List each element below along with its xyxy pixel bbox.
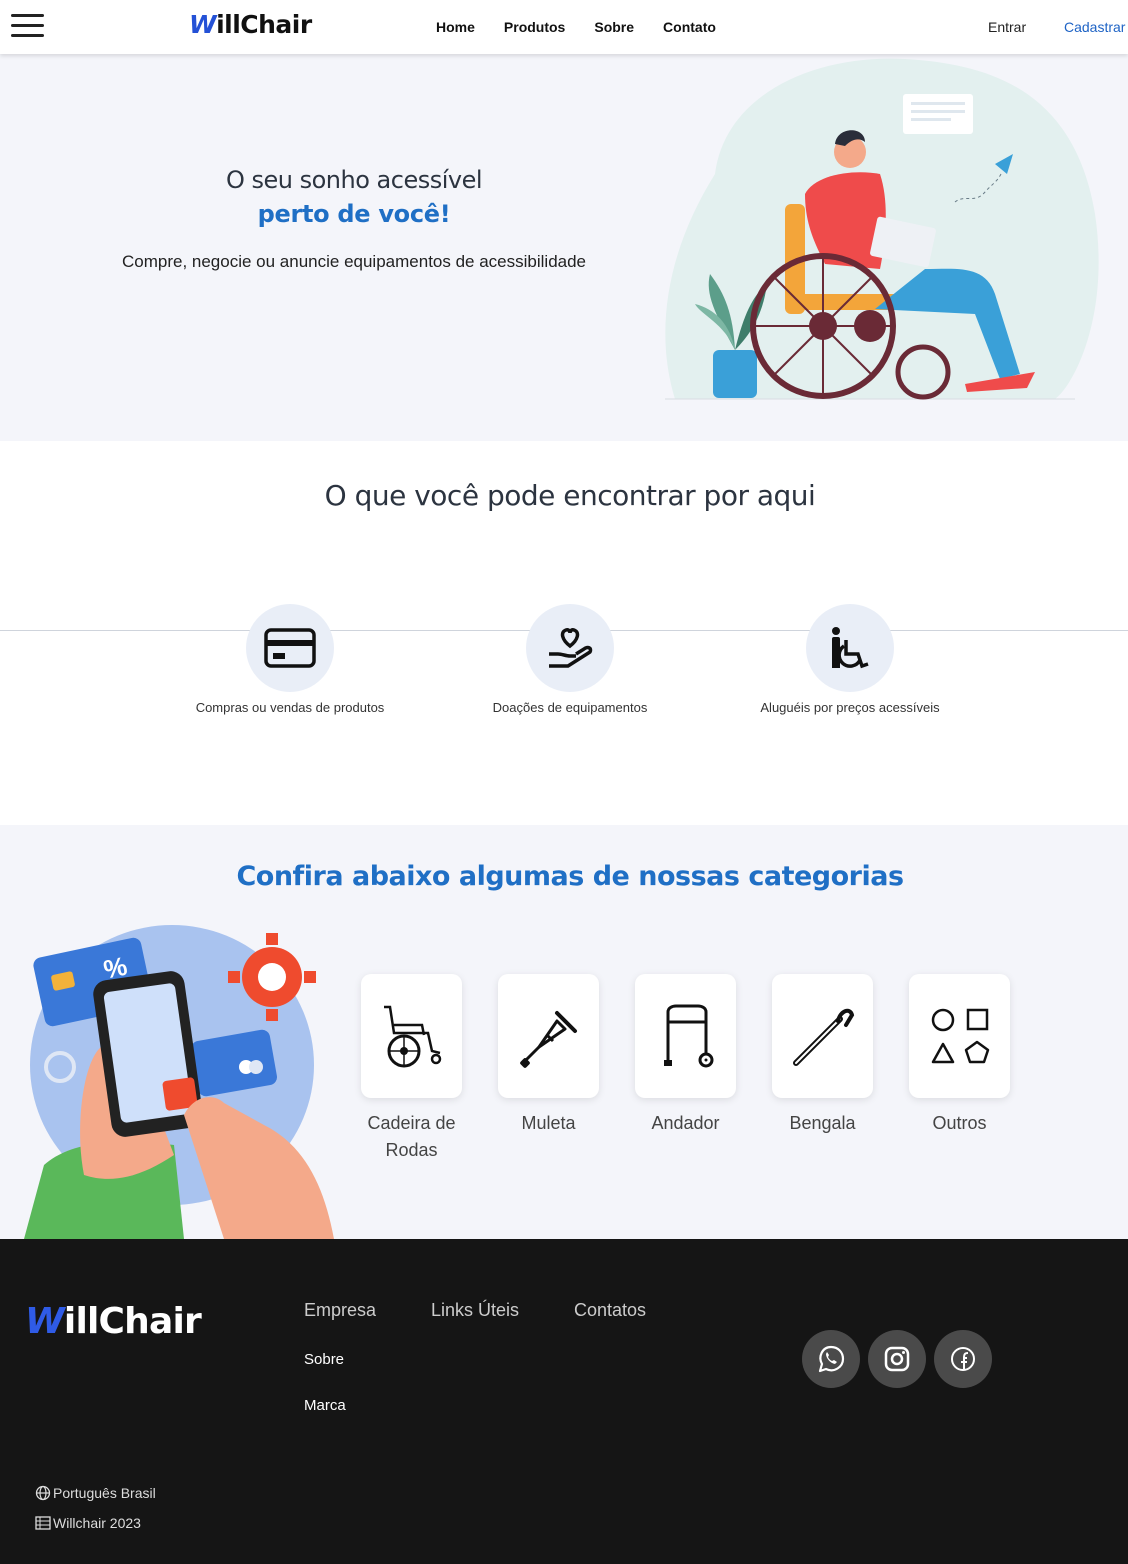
hero-wheelchair-illustration: [665, 58, 1099, 400]
building-icon: [35, 1516, 51, 1530]
copyright: Willchair 2023: [35, 1515, 141, 1531]
credit-card-icon: [264, 628, 316, 668]
category-crutch[interactable]: Muleta: [498, 974, 599, 1137]
wheelchair-accessible-icon: [832, 627, 869, 669]
shapes-icon: [931, 1008, 989, 1064]
walker-icon: [663, 1004, 713, 1068]
category-card[interactable]: [635, 974, 736, 1098]
footer-link-marca[interactable]: Marca: [304, 1397, 346, 1414]
hero-subtitle: Compre, negocie ou anuncie equipamentos …: [121, 252, 587, 271]
copyright-label: Willchair 2023: [53, 1515, 141, 1531]
feature-label: Compras ou vendas de produtos: [195, 700, 385, 715]
hero-section: O seu sonho acessível perto de você! Com…: [0, 54, 1128, 441]
donation-heart-hand-icon: [549, 628, 593, 668]
instagram-icon: [884, 1346, 910, 1372]
nav-link-produtos[interactable]: Produtos: [504, 19, 565, 35]
category-card[interactable]: [772, 974, 873, 1098]
shopping-phone-illustration: %: [24, 925, 334, 1239]
signup-link[interactable]: Cadastrar: [1064, 19, 1125, 35]
category-card[interactable]: [909, 974, 1010, 1098]
category-card[interactable]: [361, 974, 462, 1098]
crutch-icon: [519, 1011, 577, 1068]
brand-logo[interactable]: WillChair: [189, 10, 312, 39]
wheelchair-icon: [383, 1005, 441, 1068]
category-card[interactable]: [498, 974, 599, 1098]
footer: WillChair Empresa Links Úteis Contatos S…: [0, 1239, 1128, 1564]
category-label: Bengala: [789, 1113, 856, 1133]
features-section: O que você pode encontrar por aqui Compr…: [0, 441, 1128, 825]
language-label: Português Brasil: [53, 1485, 156, 1501]
menu-hamburger-icon[interactable]: [11, 14, 44, 38]
category-label: Outros: [932, 1113, 987, 1133]
footer-column-contatos: Contatos: [574, 1300, 647, 1320]
features-title: O que você pode encontrar por aqui: [324, 479, 816, 512]
language-selector[interactable]: Português Brasil: [35, 1485, 156, 1501]
globe-icon: [35, 1485, 51, 1501]
feature-donations: Doações de equipamentos: [460, 604, 680, 718]
nav-link-contato[interactable]: Contato: [663, 19, 716, 35]
nav-link-home[interactable]: Home: [436, 19, 475, 35]
hero-title: O seu sonho acessível: [225, 166, 483, 194]
cane-icon: [792, 1008, 854, 1066]
nav-links: Home Produtos Sobre Contato: [436, 19, 716, 35]
category-label: Cadeira de Rodas: [367, 1113, 456, 1160]
footer-logo[interactable]: WillChair: [25, 1301, 202, 1342]
instagram-button[interactable]: [868, 1330, 926, 1388]
category-label: Muleta: [521, 1113, 576, 1133]
facebook-icon: [951, 1347, 975, 1371]
category-others[interactable]: Outros: [909, 974, 1010, 1137]
feature-rentals: Aluguéis por preços acessíveis: [740, 604, 960, 718]
category-wheelchair[interactable]: Cadeira de Rodas: [361, 974, 462, 1164]
footer-column-links: Links Úteis: [431, 1300, 520, 1320]
feature-buy-sell: Compras ou vendas de produtos: [180, 604, 400, 718]
category-cane[interactable]: Bengala: [772, 974, 873, 1137]
footer-column-empresa: Empresa: [304, 1300, 377, 1320]
top-navbar: WillChair Home Produtos Sobre Contato En…: [0, 0, 1128, 54]
feature-label: Doações de equipamentos: [492, 700, 648, 715]
hero-title-highlight: perto de você!: [257, 200, 451, 228]
category-walker[interactable]: Andador: [635, 974, 736, 1137]
login-link[interactable]: Entrar: [988, 19, 1026, 35]
categories-section: Confira abaixo algumas de nossas categor…: [0, 825, 1128, 1239]
feature-icon-circle: [246, 604, 334, 692]
facebook-button[interactable]: [934, 1330, 992, 1388]
feature-label: Aluguéis por preços acessíveis: [760, 700, 940, 715]
feature-icon-circle: [526, 604, 614, 692]
categories-title: Confira abaixo algumas de nossas categor…: [236, 861, 904, 892]
whatsapp-icon: [818, 1345, 845, 1373]
whatsapp-button[interactable]: [802, 1330, 860, 1388]
category-label: Andador: [651, 1113, 720, 1133]
feature-icon-circle: [806, 604, 894, 692]
footer-link-sobre[interactable]: Sobre: [304, 1351, 344, 1368]
nav-link-sobre[interactable]: Sobre: [594, 19, 634, 35]
